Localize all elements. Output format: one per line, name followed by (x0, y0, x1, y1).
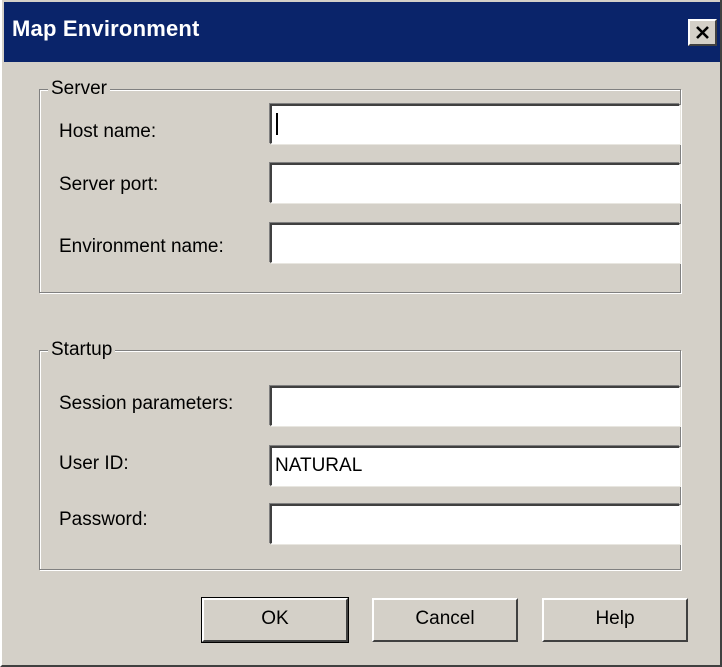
user-id-label: User ID: (59, 453, 129, 474)
title-bar[interactable]: Map Environment (4, 2, 720, 62)
environment-name-input[interactable] (270, 223, 680, 263)
password-label: Password: (59, 509, 148, 530)
user-id-input[interactable]: NATURAL (270, 446, 680, 486)
server-port-label: Server port: (59, 174, 159, 195)
close-button[interactable] (688, 19, 717, 46)
session-parameters-input[interactable] (270, 386, 680, 426)
dialog-title: Map Environment (12, 16, 200, 41)
text-caret (276, 113, 278, 135)
help-button[interactable]: Help (542, 598, 688, 642)
host-name-label: Host name: (59, 121, 157, 142)
server-legend: Server (48, 78, 110, 100)
map-environment-dialog: Map Environment Server Host name: Server… (0, 0, 722, 667)
password-input[interactable] (270, 504, 680, 544)
environment-name-label: Environment name: (59, 236, 224, 257)
session-parameters-label: Session parameters: (59, 393, 234, 414)
startup-legend: Startup (48, 339, 116, 361)
ok-button[interactable]: OK (201, 597, 349, 643)
close-icon (696, 26, 709, 39)
host-name-input[interactable] (270, 104, 680, 144)
cancel-button[interactable]: Cancel (372, 598, 518, 642)
server-port-input[interactable] (270, 163, 680, 203)
